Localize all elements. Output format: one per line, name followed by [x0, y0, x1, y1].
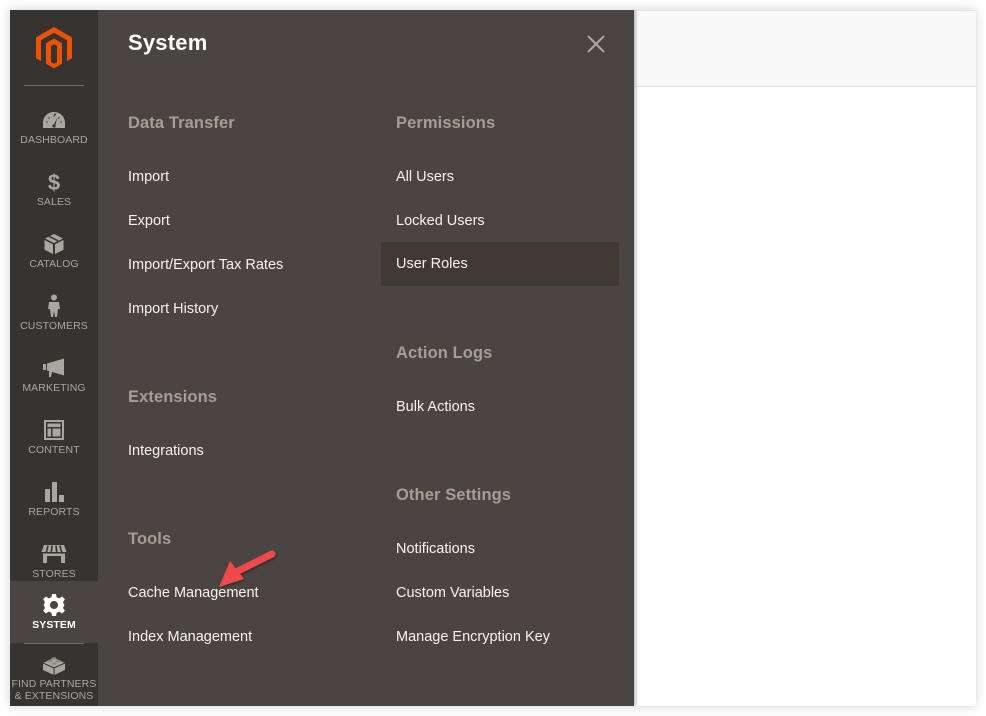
flyout-title: System — [128, 30, 208, 55]
menu-link-import-history[interactable]: Import History — [98, 287, 358, 331]
sidebar-item-dashboard[interactable]: Dashboard — [10, 96, 98, 158]
menu-link-import[interactable]: Import — [98, 155, 358, 199]
menu-link-integrations[interactable]: Integrations — [98, 429, 358, 473]
sidebar-item-reports[interactable]: Reports — [10, 468, 98, 530]
sidebar-item-system[interactable]: System — [10, 581, 98, 643]
sidebar-item-label: Dashboard — [20, 134, 88, 146]
sidebar-item-label: Customers — [20, 320, 88, 332]
menu-link-locked-users[interactable]: Locked Users — [381, 199, 619, 243]
sidebar-item-label-line1: Find Partners — [11, 678, 97, 690]
sidebar-item-find-partners[interactable]: Find Partners & Extensions — [10, 644, 98, 706]
close-icon — [587, 35, 605, 53]
sidebar-item-label: Marketing — [22, 382, 86, 394]
section-title-action-logs: Action Logs — [396, 344, 493, 362]
annotation-arrow — [219, 550, 276, 587]
menu-link-notifications[interactable]: Notifications — [381, 527, 619, 571]
menu-link-all-users[interactable]: All Users — [381, 155, 619, 199]
admin-window: Dashboard $ Sales Catalog Customers Mark… — [10, 10, 976, 706]
lego-brick-icon — [39, 652, 69, 676]
dashboard-gauge-icon — [39, 108, 69, 132]
sidebar-item-sales[interactable]: $ Sales — [10, 158, 98, 220]
section-title-permissions: Permissions — [396, 114, 496, 132]
gear-icon — [39, 593, 69, 617]
section-title-other-settings: Other Settings — [396, 486, 512, 504]
megaphone-icon — [39, 356, 69, 380]
close-flyout-button[interactable] — [584, 32, 608, 56]
sidebar-item-catalog[interactable]: Catalog — [10, 220, 98, 282]
logo-divider — [24, 85, 84, 86]
menu-link-user-roles[interactable]: User Roles — [381, 242, 619, 286]
svg-text:$: $ — [48, 170, 60, 194]
menu-link-import-export-tax-rates[interactable]: Import/Export Tax Rates — [98, 243, 358, 287]
sidebar-item-label-line2: & Extensions — [14, 690, 94, 702]
section-title-data-transfer: Data Transfer — [128, 114, 235, 132]
sidebar-item-label: Find Partners & Extensions — [12, 678, 97, 702]
person-icon — [39, 294, 69, 318]
sidebar-item-label: Content — [28, 444, 80, 456]
layout-icon — [39, 418, 69, 442]
sidebar-item-marketing[interactable]: Marketing — [10, 344, 98, 406]
storefront-icon — [39, 542, 69, 566]
sidebar-item-label: Catalog — [29, 258, 79, 270]
menu-link-index-management[interactable]: Index Management — [98, 615, 358, 659]
sidebar-item-customers[interactable]: Customers — [10, 282, 98, 344]
section-title-extensions: Extensions — [128, 388, 218, 406]
menu-link-bulk-actions[interactable]: Bulk Actions — [381, 385, 619, 429]
sidebar-item-label: Sales — [36, 196, 72, 208]
magento-logo[interactable] — [10, 10, 98, 85]
admin-sidebar: Dashboard $ Sales Catalog Customers Mark… — [10, 10, 98, 706]
page-header — [634, 10, 976, 87]
main-content — [634, 10, 976, 706]
menu-link-export[interactable]: Export — [98, 199, 358, 243]
sidebar-item-label: Stores — [32, 568, 76, 580]
menu-link-manage-encryption-key[interactable]: Manage Encryption Key — [381, 615, 619, 659]
dollar-icon: $ — [39, 170, 69, 194]
sidebar-item-label: Reports — [28, 506, 80, 518]
menu-link-custom-variables[interactable]: Custom Variables — [381, 571, 619, 615]
magento-logo-icon — [36, 26, 72, 68]
system-flyout-menu: System Data Transfer Import Export Impor… — [98, 10, 634, 706]
bar-chart-icon — [39, 480, 69, 504]
sidebar-item-label: System — [32, 619, 76, 631]
sidebar-item-content[interactable]: Content — [10, 406, 98, 468]
section-title-tools: Tools — [128, 530, 172, 548]
box-icon — [39, 232, 69, 256]
